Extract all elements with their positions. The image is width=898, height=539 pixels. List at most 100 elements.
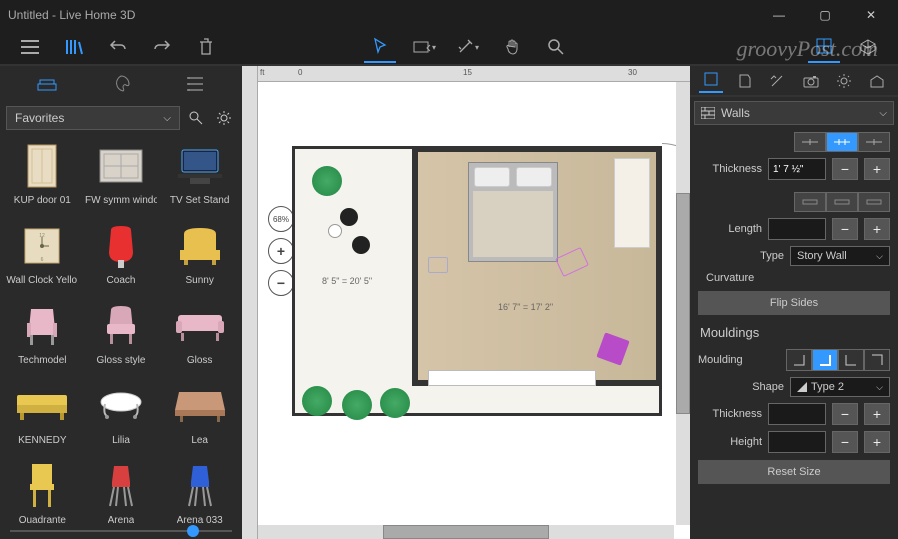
moulding-label: Moulding xyxy=(698,354,743,366)
thickness-plus[interactable]: + xyxy=(864,158,890,180)
type-label: Type xyxy=(760,250,784,262)
library-item[interactable]: Arena xyxy=(83,458,160,523)
length-minus[interactable]: − xyxy=(832,218,858,240)
minimize-button[interactable]: — xyxy=(756,0,802,30)
moulding-thickness-minus[interactable]: − xyxy=(832,403,858,425)
height-plus[interactable]: + xyxy=(864,431,890,453)
library-item[interactable]: TV Set Stand xyxy=(161,138,238,216)
zoom-out-button[interactable]: − xyxy=(268,270,294,296)
close-button[interactable]: ✕ xyxy=(848,0,894,30)
chevron-down-icon: ⌵ xyxy=(163,113,171,124)
floorplan-canvas[interactable]: ft 0 15 30 68% + − 8' 5" = 20' 5" xyxy=(242,66,690,539)
vertical-scrollbar[interactable] xyxy=(676,82,690,525)
light-tab-icon[interactable] xyxy=(832,69,856,93)
thickness-input[interactable]: 1' 7 ½" xyxy=(768,158,826,180)
object-props-tab-icon[interactable] xyxy=(699,69,723,93)
length-plus[interactable]: + xyxy=(864,218,890,240)
length-label: Length xyxy=(728,223,762,235)
curvature-label: Curvature xyxy=(706,272,754,284)
pan-tool-icon[interactable] xyxy=(496,31,528,63)
wall-icon xyxy=(701,107,715,119)
inspector-object-select[interactable]: Walls ⌵ xyxy=(694,101,894,125)
search-icon[interactable] xyxy=(540,31,572,63)
zoom-in-button[interactable]: + xyxy=(268,238,294,264)
redo-icon[interactable] xyxy=(146,31,178,63)
main-toolbar: ▾ ▾ xyxy=(0,30,898,66)
thickness-label: Thickness xyxy=(712,163,762,175)
thickness-side-segmented[interactable] xyxy=(794,132,890,152)
library-item[interactable]: Coach xyxy=(83,218,160,296)
moulding-type-segmented[interactable] xyxy=(786,349,890,371)
svg-text:6: 6 xyxy=(41,257,44,263)
bed-object[interactable] xyxy=(468,162,558,262)
library-item[interactable]: Gloss xyxy=(161,298,238,376)
library-item[interactable]: KUP door 01 xyxy=(4,138,81,216)
library-grid: KUP door 01 FW symm windo… TV Set Stand … xyxy=(0,134,242,523)
moulding-thickness-plus[interactable]: + xyxy=(864,403,890,425)
tools-dropdown-icon[interactable]: ▾ xyxy=(452,31,484,63)
length-side-segmented[interactable] xyxy=(794,192,890,212)
maximize-button[interactable]: ▢ xyxy=(802,0,848,30)
chevron-down-icon: ⌵ xyxy=(879,108,887,119)
furniture-tab-icon[interactable] xyxy=(33,70,61,98)
reset-size-button[interactable]: Reset Size xyxy=(698,460,890,484)
length-input[interactable] xyxy=(768,218,826,240)
plant-object[interactable] xyxy=(312,166,342,196)
library-item[interactable]: Lea xyxy=(161,378,238,456)
title-bar: Untitled - Live Home 3D — ▢ ✕ xyxy=(0,0,898,30)
select-tool-icon[interactable] xyxy=(364,31,396,63)
library-icon[interactable] xyxy=(58,31,90,63)
horizontal-ruler: ft 0 15 30 xyxy=(258,66,690,82)
2d-props-tab-icon[interactable] xyxy=(765,69,789,93)
vertical-ruler xyxy=(242,66,258,539)
library-category-select[interactable]: Favorites ⌵ xyxy=(6,106,180,130)
floor-plan[interactable]: 8' 5" = 20' 5" 16' 7" = 17' 2" xyxy=(292,146,662,416)
wall-type-select[interactable]: Story Wall⌵ xyxy=(790,246,890,266)
wall-tool-icon[interactable]: ▾ xyxy=(408,31,440,63)
height-input[interactable] xyxy=(768,431,826,453)
flip-sides-button[interactable]: Flip Sides xyxy=(698,291,890,315)
library-item[interactable]: Arena 033 xyxy=(161,458,238,523)
materials-tab-icon[interactable] xyxy=(732,69,756,93)
library-item[interactable]: Gloss style xyxy=(83,298,160,376)
moulding-thickness-input[interactable] xyxy=(768,403,826,425)
project-tree-tab-icon[interactable] xyxy=(181,70,209,98)
zoom-percentage[interactable]: 68% xyxy=(268,206,294,232)
building-tab-icon[interactable] xyxy=(865,69,889,93)
height-label: Height xyxy=(730,436,762,448)
plant-object[interactable] xyxy=(302,386,332,416)
thumbnail-size-slider[interactable] xyxy=(0,523,242,539)
trash-icon[interactable] xyxy=(190,31,222,63)
moulding-shape-select[interactable]: Type 2⌵ xyxy=(790,377,890,397)
plant-object[interactable] xyxy=(342,390,372,420)
library-item[interactable]: Techmodel xyxy=(4,298,81,376)
inspector-panel: Walls ⌵ Thickness 1' 7 ½" − + Length xyxy=(690,66,898,539)
dimension-label: 16' 7" = 17' 2" xyxy=(498,302,553,312)
mouldings-header: Mouldings xyxy=(690,319,898,346)
materials-tab-icon[interactable] xyxy=(107,70,135,98)
undo-icon[interactable] xyxy=(102,31,134,63)
library-settings-icon[interactable] xyxy=(212,106,236,130)
dimension-label: 8' 5" = 20' 5" xyxy=(322,276,372,286)
2d-view-icon[interactable] xyxy=(808,31,840,63)
menu-icon[interactable] xyxy=(14,31,46,63)
library-item[interactable]: Lilia xyxy=(83,378,160,456)
3d-view-icon[interactable] xyxy=(852,31,884,63)
plant-object[interactable] xyxy=(380,388,410,418)
library-category-label: Favorites xyxy=(15,111,64,125)
library-item[interactable]: KENNEDY xyxy=(4,378,81,456)
window-title: Untitled - Live Home 3D xyxy=(4,8,756,22)
height-minus[interactable]: − xyxy=(832,431,858,453)
library-panel: Favorites ⌵ KUP door 01 FW symm windo… T… xyxy=(0,66,242,539)
shape-label: Shape xyxy=(752,381,784,393)
library-search-icon[interactable] xyxy=(184,106,208,130)
thickness-minus[interactable]: − xyxy=(832,158,858,180)
horizontal-scrollbar[interactable] xyxy=(258,525,674,539)
library-item[interactable]: FW symm windo… xyxy=(83,138,160,216)
library-item[interactable]: 126Wall Clock Yello… xyxy=(4,218,81,296)
camera-tab-icon[interactable] xyxy=(799,69,823,93)
inspector-object-label: Walls xyxy=(721,106,750,120)
library-item[interactable]: Sunny xyxy=(161,218,238,296)
moulding-thickness-label: Thickness xyxy=(712,408,762,420)
library-item[interactable]: Quadrante xyxy=(4,458,81,523)
